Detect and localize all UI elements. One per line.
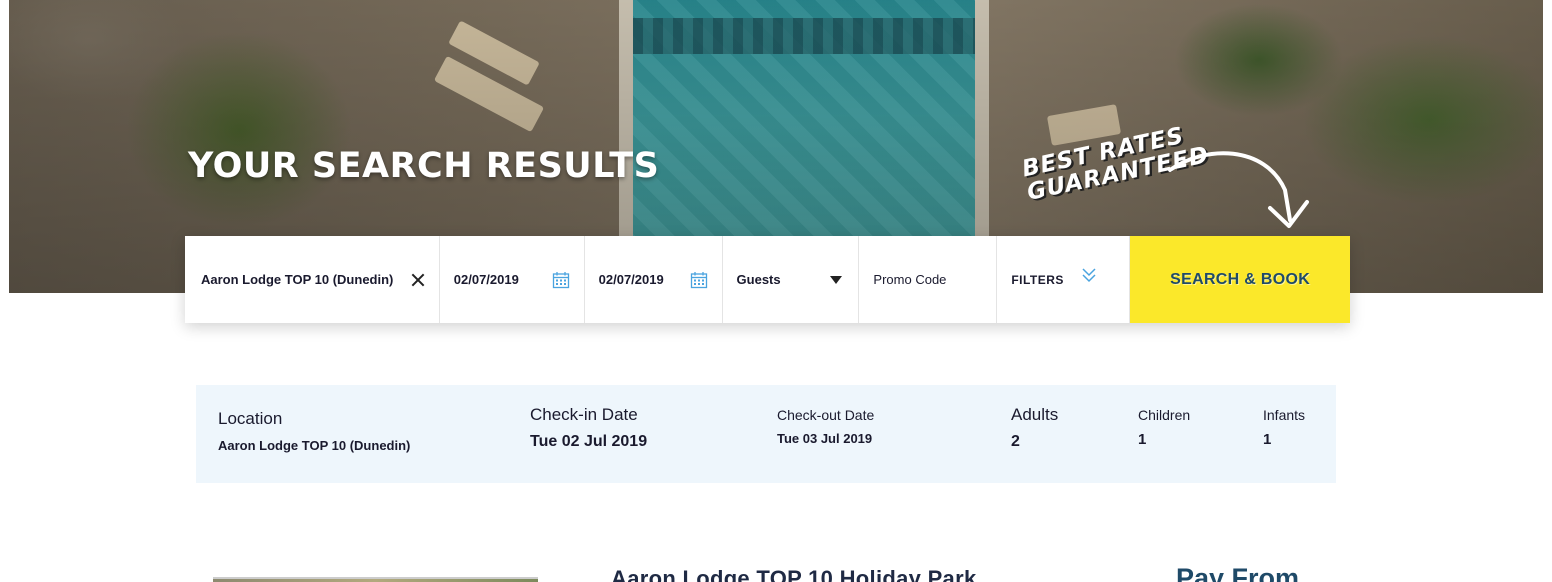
- summary-adults-value: 2: [1011, 433, 1020, 450]
- summary-infants: Infants 1: [1263, 407, 1305, 448]
- checkin-value: 02/07/2019: [453, 272, 519, 287]
- calendar-icon[interactable]: [690, 271, 708, 289]
- checkout-field[interactable]: 02/07/2019: [585, 236, 723, 323]
- result-price-label: Pay From: [1176, 563, 1300, 582]
- curved-arrow-icon: [1168, 151, 1309, 228]
- summary-location: Location Aaron Lodge TOP 10 (Dunedin): [218, 409, 410, 453]
- summary-infants-value: 1: [1263, 431, 1272, 448]
- page-title: YOUR SEARCH RESULTS: [188, 146, 660, 186]
- summary-infants-label: Infants: [1263, 407, 1306, 423]
- calendar-icon[interactable]: [552, 271, 570, 289]
- filters-label: FILTERS: [1011, 272, 1064, 287]
- summary-checkout: Check-out Date Tue 03 Jul 2019: [777, 407, 874, 446]
- checkin-field[interactable]: 02/07/2019: [440, 236, 585, 323]
- summary-checkout-label: Check-out Date: [777, 407, 875, 423]
- promo-placeholder: Promo Code: [873, 272, 947, 287]
- result-title[interactable]: Aaron Lodge TOP 10 Holiday Park: [611, 566, 976, 582]
- summary-adults: Adults 2: [1011, 405, 1058, 451]
- location-value: Aaron Lodge TOP 10 (Dunedin): [201, 272, 394, 287]
- page: YOUR SEARCH RESULTS BEST RATES GUARANTEE…: [0, 0, 1552, 582]
- checkout-value: 02/07/2019: [598, 272, 664, 287]
- guests-select[interactable]: Guests: [723, 236, 860, 323]
- summary-children-value: 1: [1138, 431, 1147, 448]
- promo-code-input[interactable]: Promo Code: [859, 236, 998, 323]
- filters-toggle[interactable]: FILTERS: [997, 236, 1131, 323]
- search-summary: Location Aaron Lodge TOP 10 (Dunedin) Ch…: [196, 385, 1336, 483]
- summary-checkin-label: Check-in Date: [530, 405, 638, 424]
- summary-children-label: Children: [1138, 407, 1191, 423]
- summary-location-value: Aaron Lodge TOP 10 (Dunedin): [218, 438, 411, 453]
- result-thumbnail[interactable]: [213, 577, 538, 582]
- close-icon[interactable]: [411, 273, 425, 287]
- location-field[interactable]: Aaron Lodge TOP 10 (Dunedin): [185, 236, 440, 323]
- summary-checkin: Check-in Date Tue 02 Jul 2019: [530, 405, 647, 451]
- double-chevron-down-icon: [1082, 267, 1096, 282]
- search-book-button[interactable]: SEARCH & BOOK: [1130, 236, 1350, 323]
- search-bar: Aaron Lodge TOP 10 (Dunedin) 02/07/2019 …: [185, 236, 1350, 323]
- guests-label: Guests: [736, 272, 781, 287]
- caret-down-icon: [830, 275, 843, 284]
- summary-checkout-value: Tue 03 Jul 2019: [777, 431, 873, 446]
- summary-adults-label: Adults: [1011, 405, 1059, 424]
- summary-location-label: Location: [218, 409, 283, 428]
- summary-children: Children 1: [1138, 407, 1190, 448]
- summary-checkin-value: Tue 02 Jul 2019: [530, 433, 648, 450]
